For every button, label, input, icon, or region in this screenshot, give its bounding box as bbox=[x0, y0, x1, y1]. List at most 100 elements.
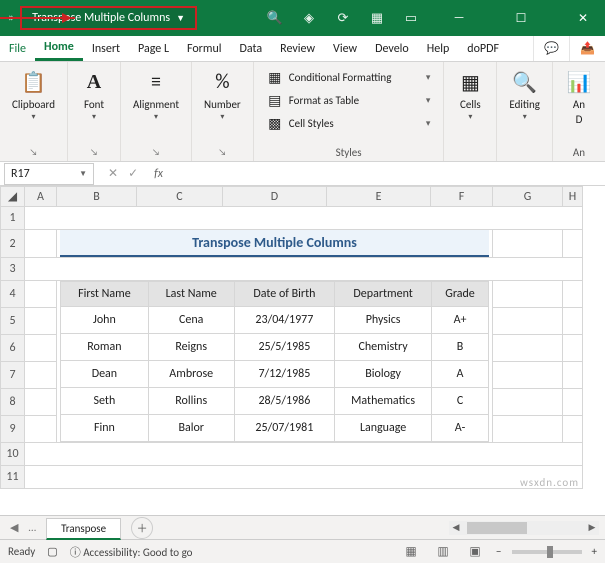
tab-review[interactable]: Review bbox=[271, 36, 324, 61]
dialog-launcher-icon[interactable]: ↘ bbox=[218, 147, 226, 158]
accessibility-status[interactable]: ⓘ Accessibility: Good to go bbox=[70, 544, 193, 560]
clipboard-icon: 📋 bbox=[20, 68, 48, 96]
group-clipboard: 📋 Clipboard ▾ ↘ bbox=[0, 62, 68, 161]
th-firstname: First Name bbox=[61, 282, 149, 307]
alignment-button[interactable]: ≡ Alignment ▾ bbox=[127, 66, 185, 124]
status-ready: Ready bbox=[8, 545, 35, 558]
row-header[interactable]: 5 bbox=[1, 308, 25, 335]
row-header[interactable]: 11 bbox=[1, 466, 25, 489]
group-number: % Number ▾ ↘ bbox=[192, 62, 254, 161]
sync-icon[interactable]: ⟳ bbox=[335, 10, 351, 26]
formula-input[interactable] bbox=[163, 163, 605, 185]
view-pagebreak-icon[interactable]: ▣ bbox=[464, 544, 486, 559]
cond-fmt-icon: ▦ bbox=[267, 69, 283, 86]
dialog-launcher-icon[interactable]: ↘ bbox=[90, 147, 98, 158]
diamond-icon[interactable]: ◈ bbox=[301, 10, 317, 26]
col-header[interactable]: G bbox=[493, 187, 563, 207]
chevron-down-icon: ▾ bbox=[468, 112, 472, 122]
ribbon-options-icon[interactable]: ▭ bbox=[403, 10, 419, 26]
chevron-down-icon: ▼ bbox=[79, 169, 87, 179]
font-button[interactable]: A Font ▾ bbox=[74, 66, 114, 124]
tab-data[interactable]: Data bbox=[231, 36, 272, 61]
name-box[interactable]: R17 ▼ bbox=[4, 163, 94, 185]
editing-button[interactable]: 🔍 Editing ▾ bbox=[503, 66, 546, 124]
select-all-corner[interactable]: ◢ bbox=[1, 187, 25, 207]
cells-button[interactable]: ▦ Cells ▾ bbox=[450, 66, 490, 124]
cancel-icon[interactable]: ✕ bbox=[108, 166, 118, 181]
col-header[interactable]: H bbox=[563, 187, 583, 207]
comments-button[interactable]: 💬 bbox=[533, 36, 569, 61]
sheet-tab[interactable]: Transpose bbox=[46, 518, 121, 540]
tab-home[interactable]: Home bbox=[35, 36, 83, 61]
col-header[interactable]: C bbox=[137, 187, 223, 207]
chevron-down-icon: ▾ bbox=[523, 112, 527, 122]
number-button[interactable]: % Number ▾ bbox=[198, 66, 247, 124]
row-header[interactable]: 7 bbox=[1, 362, 25, 389]
enter-icon[interactable]: ✓ bbox=[128, 166, 138, 181]
tab-insert[interactable]: Insert bbox=[83, 36, 129, 61]
group-alignment: ≡ Alignment ▾ ↘ bbox=[121, 62, 192, 161]
scroll-thumb[interactable] bbox=[467, 522, 527, 534]
tab-pagelayout[interactable]: Page L bbox=[129, 36, 178, 61]
col-header[interactable]: E bbox=[327, 187, 431, 207]
title-bar: » Transpose Multiple Columns ▼ 🔍 ◈ ⟳ ▦ ▭… bbox=[0, 0, 605, 36]
tab-dopdf[interactable]: doPDF bbox=[458, 36, 508, 61]
scroll-right-icon[interactable]: ▶ bbox=[585, 522, 599, 533]
row-header[interactable]: 1 bbox=[1, 207, 25, 230]
row-header[interactable]: 3 bbox=[1, 258, 25, 281]
search-icon[interactable]: 🔍 bbox=[267, 10, 283, 26]
table-icon: ▤ bbox=[267, 92, 283, 109]
dialog-launcher-icon[interactable]: ↘ bbox=[30, 147, 38, 158]
col-header[interactable]: F bbox=[431, 187, 493, 207]
zoom-out-icon[interactable]: − bbox=[496, 545, 501, 558]
tab-file[interactable]: File bbox=[0, 36, 35, 61]
worksheet-grid[interactable]: ◢ A B C D E F G H 1 2 Transpose Multiple… bbox=[0, 186, 605, 515]
row-header[interactable]: 2 bbox=[1, 230, 25, 258]
row-header[interactable]: 8 bbox=[1, 389, 25, 416]
row-header[interactable]: 4 bbox=[1, 281, 25, 308]
scroll-left-icon[interactable]: ◀ bbox=[449, 522, 463, 533]
new-sheet-button[interactable]: ＋ bbox=[131, 517, 153, 539]
tab-menu-icon[interactable]: … bbox=[28, 521, 36, 534]
percent-icon: % bbox=[208, 68, 236, 96]
dialog-launcher-icon[interactable]: ↘ bbox=[152, 147, 160, 158]
tab-help[interactable]: Help bbox=[418, 36, 459, 61]
row-header[interactable]: 10 bbox=[1, 443, 25, 466]
cellstyles-icon: ▩ bbox=[267, 115, 283, 132]
horizontal-scrollbar[interactable]: ◀ ▶ bbox=[449, 521, 599, 535]
col-header[interactable]: B bbox=[57, 187, 137, 207]
tab-developer[interactable]: Develo bbox=[366, 36, 418, 61]
conditional-formatting-button[interactable]: ▦Conditional Formatting▾ bbox=[264, 68, 434, 87]
tab-view[interactable]: View bbox=[324, 36, 366, 61]
col-header[interactable]: A bbox=[25, 187, 57, 207]
row-header[interactable]: 6 bbox=[1, 335, 25, 362]
zoom-in-icon[interactable]: + bbox=[592, 545, 597, 558]
name-box-value: R17 bbox=[11, 167, 30, 181]
status-bar: Ready ▢ ⓘ Accessibility: Good to go ▦ ▥ … bbox=[0, 539, 605, 563]
watermark: wsxdn.com bbox=[520, 476, 579, 489]
row-header[interactable]: 9 bbox=[1, 416, 25, 443]
format-as-table-button[interactable]: ▤Format as Table▾ bbox=[264, 91, 434, 110]
zoom-slider[interactable] bbox=[512, 550, 582, 554]
cells-icon: ▦ bbox=[456, 68, 484, 96]
close-button[interactable]: ✕ bbox=[561, 0, 605, 36]
th-grade: Grade bbox=[432, 282, 489, 307]
app-icon[interactable]: ▦ bbox=[369, 10, 385, 26]
col-header[interactable]: D bbox=[223, 187, 327, 207]
cell-styles-button[interactable]: ▩Cell Styles▾ bbox=[264, 114, 434, 133]
fx-label[interactable]: fx bbox=[154, 167, 163, 181]
group-styles: ▦Conditional Formatting▾ ▤Format as Tabl… bbox=[254, 62, 445, 161]
share-button[interactable]: 📤 bbox=[569, 36, 605, 61]
macro-icon[interactable]: ▢ bbox=[47, 545, 57, 558]
view-normal-icon[interactable]: ▦ bbox=[400, 544, 422, 559]
minimize-button[interactable]: — bbox=[437, 0, 481, 36]
tab-formulas[interactable]: Formul bbox=[178, 36, 231, 61]
paste-button[interactable]: 📋 Clipboard ▾ bbox=[6, 66, 61, 124]
sheet-title: Transpose Multiple Columns bbox=[60, 230, 489, 257]
tab-prev-icon[interactable]: ◀ bbox=[10, 521, 18, 534]
maximize-button[interactable]: ☐ bbox=[499, 0, 543, 36]
chevron-down-icon: ▾ bbox=[220, 112, 224, 122]
chevron-down-icon: ▾ bbox=[92, 112, 96, 122]
view-pagelayout-icon[interactable]: ▥ bbox=[432, 544, 454, 559]
analyze-button[interactable]: 📊 An D bbox=[559, 66, 599, 128]
